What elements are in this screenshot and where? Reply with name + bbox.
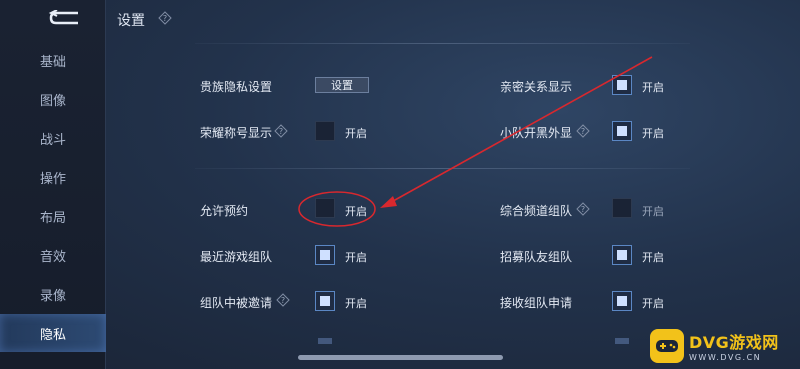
intimate-display-status: 开启 <box>642 81 664 94</box>
sidebar-item-replay[interactable]: 录像 <box>0 275 106 313</box>
channel-team-status: 开启 <box>642 205 664 218</box>
svg-text:?: ? <box>163 14 167 23</box>
sidebar-item-controls[interactable]: 操作 <box>0 158 106 196</box>
sidebar-item-label: 隐私 <box>39 327 66 343</box>
team-invite-status: 开启 <box>345 297 367 310</box>
svg-text:?: ? <box>581 127 585 136</box>
sidebar: 基础 图像 战斗 操作 布局 音效 录像 隐私 <box>0 0 106 369</box>
sidebar-item-label: 战斗 <box>39 132 66 148</box>
channel-team-label: 综合频道组队 <box>500 204 573 218</box>
back-arrow-icon <box>48 10 78 25</box>
squad-black-look-status: 开启 <box>642 127 664 140</box>
receive-team-request-status: 开启 <box>642 297 664 310</box>
next-row-checkbox-peek <box>615 338 629 344</box>
sidebar-item-label: 音效 <box>39 249 66 265</box>
page-title: 设置 <box>117 13 145 29</box>
divider <box>195 168 690 169</box>
sidebar-item-combat[interactable]: 战斗 <box>0 119 106 157</box>
svg-text:?: ? <box>279 127 283 136</box>
sidebar-item-graphics[interactable]: 图像 <box>0 80 106 118</box>
team-invite-checkbox[interactable] <box>315 291 335 311</box>
honor-title-display-label: 荣耀称号显示 <box>200 126 273 140</box>
gamepad-icon <box>650 328 684 363</box>
help-icon[interactable]: ? <box>276 293 290 307</box>
receive-team-request-checkbox[interactable] <box>612 291 632 311</box>
svg-text:?: ? <box>581 205 585 214</box>
watermark-title: DVG游戏网 <box>689 333 779 352</box>
receive-team-request-label: 接收组队申请 <box>500 296 573 310</box>
sidebar-item-label: 操作 <box>39 171 66 187</box>
help-icon[interactable]: ? <box>576 124 590 138</box>
divider <box>195 43 690 44</box>
intimate-display-label: 亲密关系显示 <box>500 80 573 94</box>
sidebar-item-sound[interactable]: 音效 <box>0 236 106 274</box>
sidebar-item-label: 布局 <box>39 210 66 226</box>
honor-title-display-status: 开启 <box>345 127 367 140</box>
sidebar-item-basic[interactable]: 基础 <box>0 41 106 79</box>
intimate-display-checkbox[interactable] <box>612 75 632 95</box>
sidebar-item-label: 图像 <box>39 93 66 109</box>
svg-text:?: ? <box>281 296 285 305</box>
horizontal-scrollbar[interactable] <box>298 355 503 360</box>
recent-game-team-checkbox[interactable] <box>315 245 335 265</box>
team-invite-label: 组队中被邀请 <box>200 296 273 310</box>
help-icon[interactable]: ? <box>576 202 590 216</box>
squad-black-look-label: 小队开黑外显 <box>500 126 573 140</box>
watermark: DVG游戏网 WWW.DVG.CN <box>650 322 800 369</box>
back-button[interactable] <box>46 8 82 28</box>
next-row-checkbox-peek <box>318 338 332 344</box>
help-icon[interactable]: ? <box>274 124 288 138</box>
recent-game-team-status: 开启 <box>345 251 367 264</box>
sidebar-item-label: 基础 <box>39 54 66 70</box>
noble-privacy-label: 贵族隐私设置 <box>200 80 273 94</box>
recruit-friend-team-checkbox[interactable] <box>612 245 632 265</box>
noble-privacy-settings-button[interactable]: 设置 <box>315 77 369 93</box>
annotation-ellipse <box>298 191 376 227</box>
sidebar-item-more[interactable] <box>0 356 106 369</box>
recruit-friend-team-status: 开启 <box>642 251 664 264</box>
recent-game-team-label: 最近游戏组队 <box>200 250 273 264</box>
recruit-friend-team-label: 招募队友组队 <box>500 250 573 264</box>
honor-title-display-checkbox[interactable] <box>315 121 335 141</box>
squad-black-look-checkbox[interactable] <box>612 121 632 141</box>
sidebar-item-layout[interactable]: 布局 <box>0 197 106 235</box>
content-background <box>0 0 800 369</box>
watermark-subtitle: WWW.DVG.CN <box>689 353 762 362</box>
help-icon[interactable]: ? <box>158 11 172 25</box>
channel-team-checkbox[interactable] <box>612 198 632 218</box>
sidebar-item-label: 录像 <box>39 288 66 304</box>
allow-reservation-label: 允许预约 <box>200 204 249 218</box>
sidebar-item-privacy[interactable]: 隐私 <box>0 314 106 352</box>
